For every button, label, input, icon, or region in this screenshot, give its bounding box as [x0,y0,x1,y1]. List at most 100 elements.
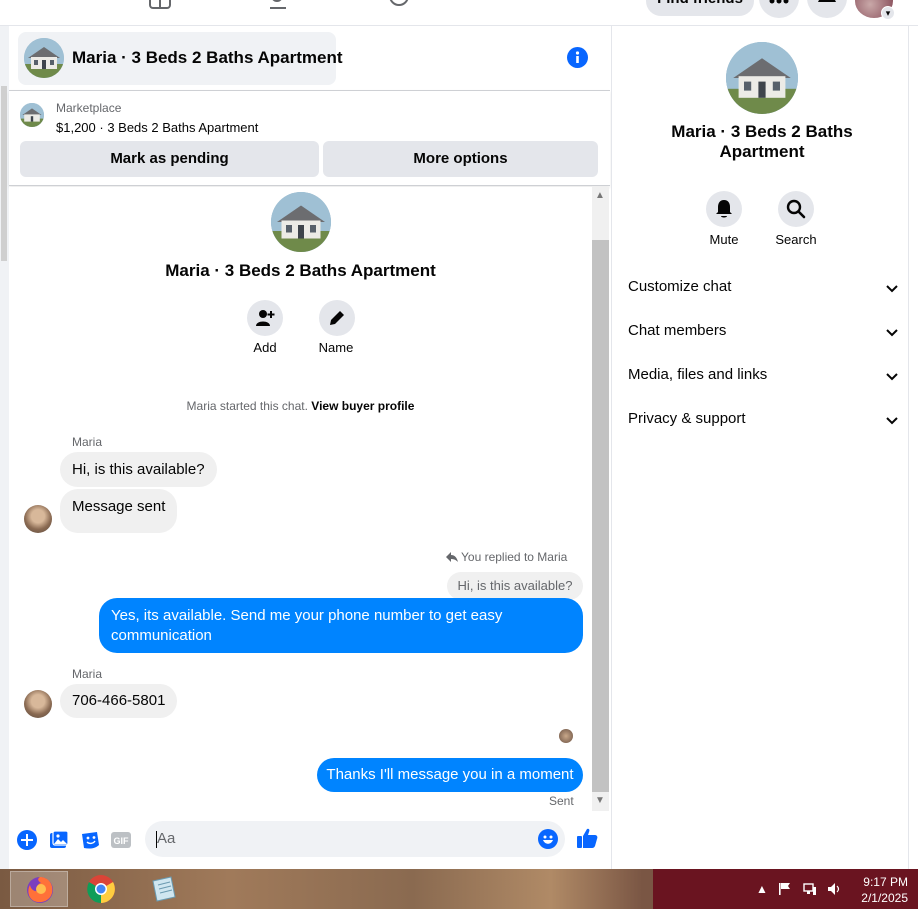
media-files-links-section[interactable]: Media, files and links [628,366,898,390]
emoji-icon[interactable] [538,829,558,849]
chat-info-title: Maria · 3 Beds 2 Baths Apartment [671,122,853,161]
chat-info-avatar [726,42,798,114]
conversation-avatar [271,192,331,252]
bell-icon [716,200,732,218]
find-friends-button[interactable]: Find friends [646,0,754,16]
scroll-down-icon[interactable]: ▼ [595,796,605,806]
sender-name: Maria [72,435,103,449]
chat-members-section[interactable]: Chat members [628,322,898,346]
message-status: Sent [549,794,574,808]
mute-button[interactable] [706,191,742,227]
grid-icon [769,0,789,4]
more-options-button[interactable]: More options [323,141,598,177]
add-label: Add [253,340,277,355]
clock-time: 9:17 PM [863,875,908,889]
clock-date: 2/1/2025 [861,891,908,905]
info-icon[interactable] [567,47,588,68]
show-hidden-icons-icon[interactable]: ▲ [756,882,768,896]
chevron-down-icon [886,285,898,293]
chevron-down-icon [886,329,898,337]
clock[interactable]: 9:17 PM 2/1/2025 [848,874,908,906]
notifications-button[interactable] [807,0,847,18]
bell-icon [818,0,836,2]
customize-chat-section[interactable]: Customize chat [628,278,898,302]
outgoing-message[interactable]: Yes, its available. Send me your phone n… [99,598,583,653]
name-label: Name [318,340,354,355]
replied-indicator: You replied to Maria [446,550,567,564]
account-avatar[interactable]: ▾ [855,0,895,20]
listing-thumbnail-small[interactable] [20,103,44,127]
pencil-icon [330,311,344,325]
section-label: Chat members [628,322,727,339]
privacy-support-section[interactable]: Privacy & support [628,410,898,434]
message-input-placeholder: Aa [155,830,176,848]
search-icon [786,199,806,219]
listing-price-title[interactable]: $1,200 · 3 Beds 2 Baths Apartment [56,120,258,135]
conversation-area: Maria · 3 Beds 2 Baths Apartment Add Nam… [9,187,592,811]
mute-label: Mute [709,232,739,247]
chat-title: Maria · 3 Beds 2 Baths Apartment [72,48,343,67]
chevron-down-icon [886,417,898,425]
marketplace-nav-icon[interactable] [148,0,174,10]
chat-info-panel: Maria · 3 Beds 2 Baths Apartment Mute Se… [611,26,918,869]
volume-icon[interactable] [827,882,841,896]
chat-title-button[interactable]: Maria · 3 Beds 2 Baths Apartment [18,32,343,85]
right-window-edge [908,26,918,869]
conversation-title: Maria · 3 Beds 2 Baths Apartment [165,261,436,280]
section-label: Privacy & support [628,410,746,427]
top-navigation-bar: Find friends ▾ [0,0,918,26]
chevron-down-icon: ▾ [881,6,895,20]
svg-text:GIF: GIF [114,836,130,846]
incoming-message[interactable]: Hi, is this available? [60,452,217,487]
taskbar: ▲ 9:17 PM 2/1/2025 [0,869,918,909]
chat-header: Maria · 3 Beds 2 Baths Apartment [9,26,610,90]
view-buyer-profile-link[interactable]: View buyer profile [311,399,414,413]
scrollbar-thumb[interactable] [592,240,609,792]
mark-as-pending-button[interactable]: Mark as pending [20,141,319,177]
reply-arrow-icon [446,552,458,562]
add-person-icon [256,310,275,326]
replied-text: You replied to Maria [461,550,568,564]
maria-avatar[interactable] [24,690,52,718]
gif-icon[interactable]: GIF [110,829,132,851]
section-label: Customize chat [628,278,732,295]
firefox-taskbar-button[interactable] [10,871,68,907]
chrome-icon [87,875,115,903]
message-composer: GIF Aa [9,811,610,869]
left-scroll-strip[interactable] [0,26,9,869]
outgoing-message[interactable]: Thanks I'll message you in a moment [317,758,583,792]
sticker-icon[interactable] [79,829,101,851]
maria-avatar[interactable] [24,505,52,533]
firefox-icon [27,877,53,903]
chrome-taskbar-button[interactable] [72,871,130,907]
scrollbar-thumb[interactable] [1,86,7,261]
seen-indicator-avatar [559,729,573,743]
menu-grid-button[interactable] [759,0,799,18]
add-people-button[interactable] [247,300,283,336]
name-chat-button[interactable] [319,300,355,336]
groups-nav-icon[interactable] [268,0,294,10]
scroll-up-icon[interactable]: ▲ [595,191,605,201]
notepad-icon [152,876,176,902]
incoming-message[interactable]: 706-466-5801 [60,684,178,718]
thumbs-up-icon[interactable] [576,827,598,849]
section-label: Media, files and links [628,366,768,383]
marketplace-listing-bar: Marketplace $1,200 · 3 Beds 2 Baths Apar… [9,90,610,186]
notes-app-taskbar-button[interactable] [134,871,192,907]
plus-icon[interactable] [16,829,38,851]
search-label: Search [775,232,817,247]
photo-icon[interactable] [48,829,70,851]
listing-thumbnail [24,38,64,78]
network-icon[interactable] [803,882,817,896]
sender-name: Maria [72,667,103,681]
chat-started-notice: Maria started this chat. View buyer prof… [9,399,592,413]
chat-started-text: Maria started this chat. [186,399,308,413]
profile-nav-icon[interactable] [387,0,413,10]
chevron-down-icon [886,373,898,381]
flag-icon[interactable] [778,882,792,896]
conversation-scrollbar[interactable]: ▲ ▼ [592,187,609,811]
search-in-chat-button[interactable] [778,191,814,227]
incoming-message[interactable]: Message sent [60,489,178,533]
message-input[interactable]: Aa [145,821,565,857]
quoted-message[interactable]: Hi, is this available? [447,572,583,600]
